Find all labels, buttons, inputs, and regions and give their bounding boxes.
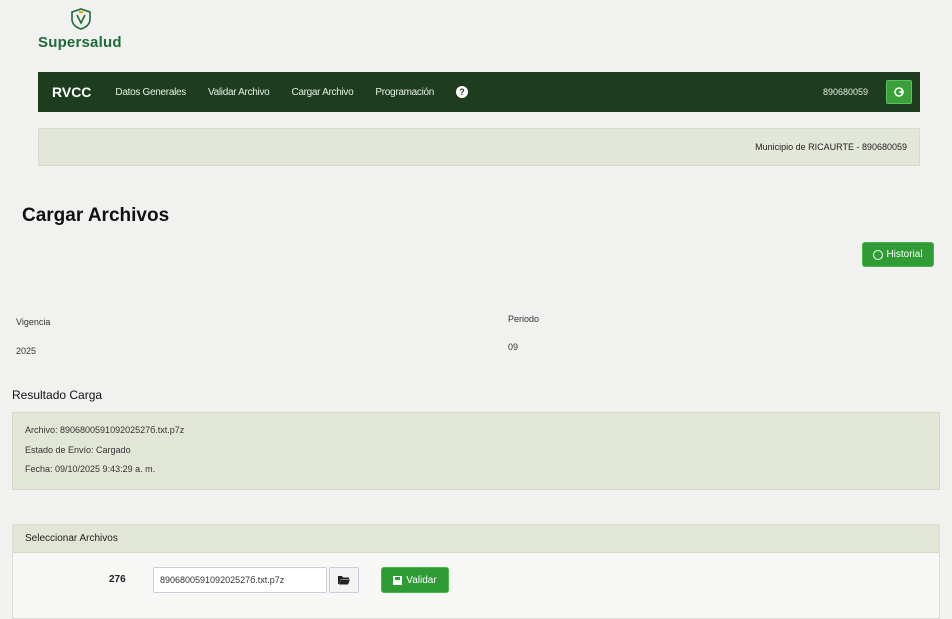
page-title: Cargar Archivos (22, 205, 170, 226)
logo-text: Supersalud (38, 34, 122, 51)
result-panel: Archivo: 890680059109202527б.txt.p7z Est… (12, 412, 940, 490)
logout-icon (894, 87, 904, 97)
vigencia-value: 2025 (16, 346, 37, 356)
folder-open-icon (338, 576, 350, 585)
historial-button[interactable]: Historial (862, 242, 934, 267)
file-row-number: 276 (109, 574, 126, 585)
nav-validar-archivo[interactable]: Validar Archivo (208, 87, 270, 98)
select-files-panel: Seleccionar Archivos 276 Validar (12, 524, 940, 619)
top-navbar: RVCC Datos Generales Validar Archivo Car… (38, 72, 920, 112)
resultado-carga-heading: Resultado Carga (12, 388, 103, 402)
select-files-header: Seleccionar Archivos (13, 525, 939, 553)
save-icon (393, 575, 403, 585)
select-files-title: Seleccionar Archivos (25, 533, 118, 544)
help-icon[interactable]: ? (456, 86, 469, 98)
result-archivo: Archivo: 890680059109202527б.txt.p7z (25, 425, 185, 435)
nav-programacion[interactable]: Programación (375, 87, 434, 98)
supersalud-logo[interactable]: Supersalud (38, 8, 148, 54)
nav-datos-generales[interactable]: Datos Generales (115, 87, 186, 98)
nav-cargar-archivo[interactable]: Cargar Archivo (291, 87, 353, 98)
result-fecha: Fecha: 09/10/2025 9:43:29 a. m. (25, 464, 156, 474)
vigencia-label: Vigencia (16, 317, 51, 327)
municipality-label: Municipio de RICAURTE - 890680059 (755, 142, 907, 152)
historial-label: Historial (886, 249, 923, 260)
periodo-value: 09 (508, 342, 519, 352)
file-name-input[interactable] (153, 567, 327, 593)
municipality-bar: Municipio de RICAURTE - 890680059 (38, 128, 920, 166)
shield-logo-icon (71, 8, 91, 30)
nav-brand[interactable]: RVCC (52, 84, 91, 100)
nav-user-code[interactable]: 890680059 (823, 87, 868, 97)
validar-button[interactable]: Validar (381, 567, 449, 593)
periodo-label: Periodo (508, 314, 540, 324)
validar-label: Validar (406, 574, 437, 586)
browse-folder-button[interactable] (329, 567, 359, 593)
clock-icon (873, 249, 884, 260)
logout-button[interactable] (886, 80, 912, 104)
result-estado: Estado de Envío: Cargado (25, 445, 131, 455)
